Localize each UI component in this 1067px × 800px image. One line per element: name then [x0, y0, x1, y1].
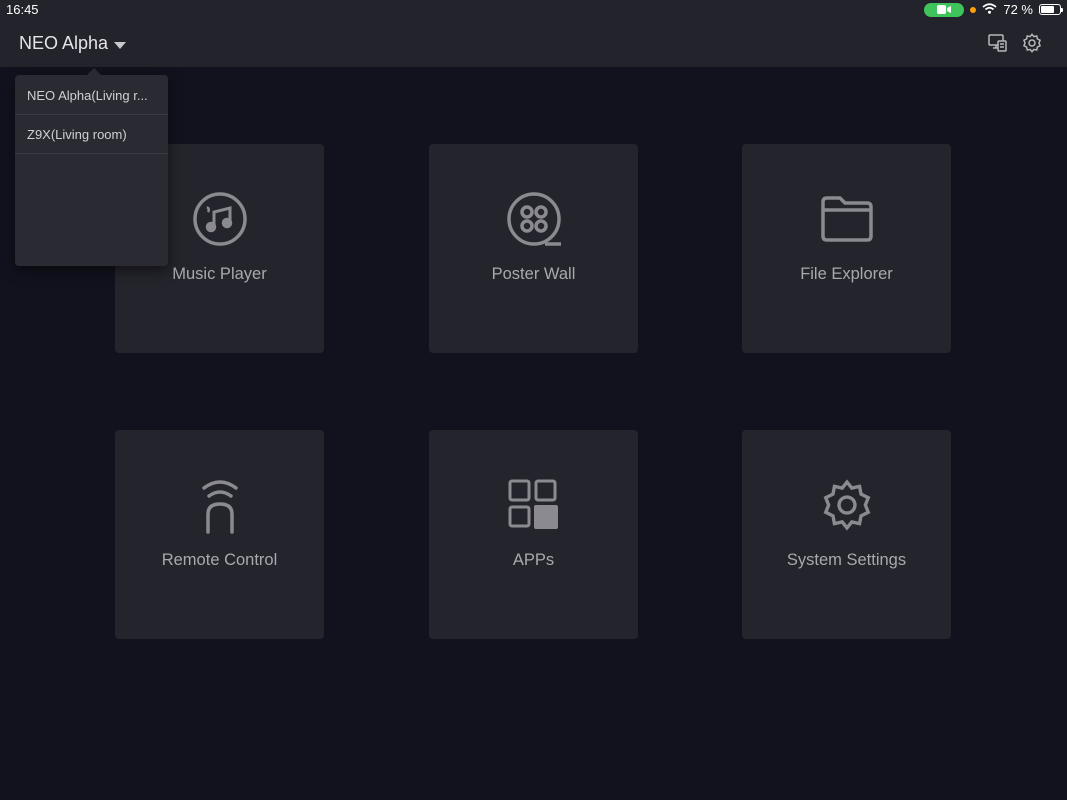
tile-label: File Explorer	[800, 265, 893, 283]
device-option[interactable]: NEO Alpha(Living r...	[15, 75, 168, 115]
tile-label: Poster Wall	[491, 265, 576, 283]
tile-system-settings[interactable]: System Settings	[742, 430, 951, 639]
status-bar: 16:45 72 %	[0, 0, 1067, 20]
screen-cast-icon[interactable]	[987, 32, 1009, 54]
wifi-icon	[982, 2, 997, 17]
folder-icon	[818, 190, 876, 248]
battery-level	[1041, 6, 1054, 13]
status-indicators: 72 %	[924, 2, 1063, 17]
app-header: NEO Alpha	[0, 20, 1067, 67]
tile-apps[interactable]: APPs	[429, 430, 638, 639]
tile-label: Remote Control	[161, 551, 278, 569]
tile-label: APPs	[512, 551, 555, 569]
apps-grid-icon	[505, 476, 563, 534]
battery-text: 72 %	[1003, 2, 1033, 17]
camera-in-use-icon	[924, 2, 965, 17]
gear-icon	[818, 476, 876, 534]
recording-dot-icon	[970, 6, 977, 13]
tile-label: Music Player	[172, 265, 267, 283]
film-reel-icon	[505, 190, 563, 248]
device-selector[interactable]: NEO Alpha	[19, 33, 127, 54]
tile-file-explorer[interactable]: File Explorer	[742, 144, 951, 353]
remote-icon	[191, 476, 249, 534]
battery-icon	[1039, 4, 1063, 15]
device-name: NEO Alpha	[19, 33, 109, 53]
device-option[interactable]: Z9X(Living room)	[15, 115, 168, 154]
status-time: 16:45	[6, 2, 39, 17]
header-actions	[987, 32, 1043, 54]
caret-down-icon	[114, 41, 127, 49]
gear-icon[interactable]	[1021, 32, 1043, 54]
music-icon	[191, 190, 249, 248]
tile-poster-wall[interactable]: Poster Wall	[429, 144, 638, 353]
device-dropdown: NEO Alpha(Living r... Z9X(Living room)	[15, 68, 168, 266]
tile-label: System Settings	[786, 551, 907, 569]
tile-remote-control[interactable]: Remote Control	[115, 430, 324, 639]
